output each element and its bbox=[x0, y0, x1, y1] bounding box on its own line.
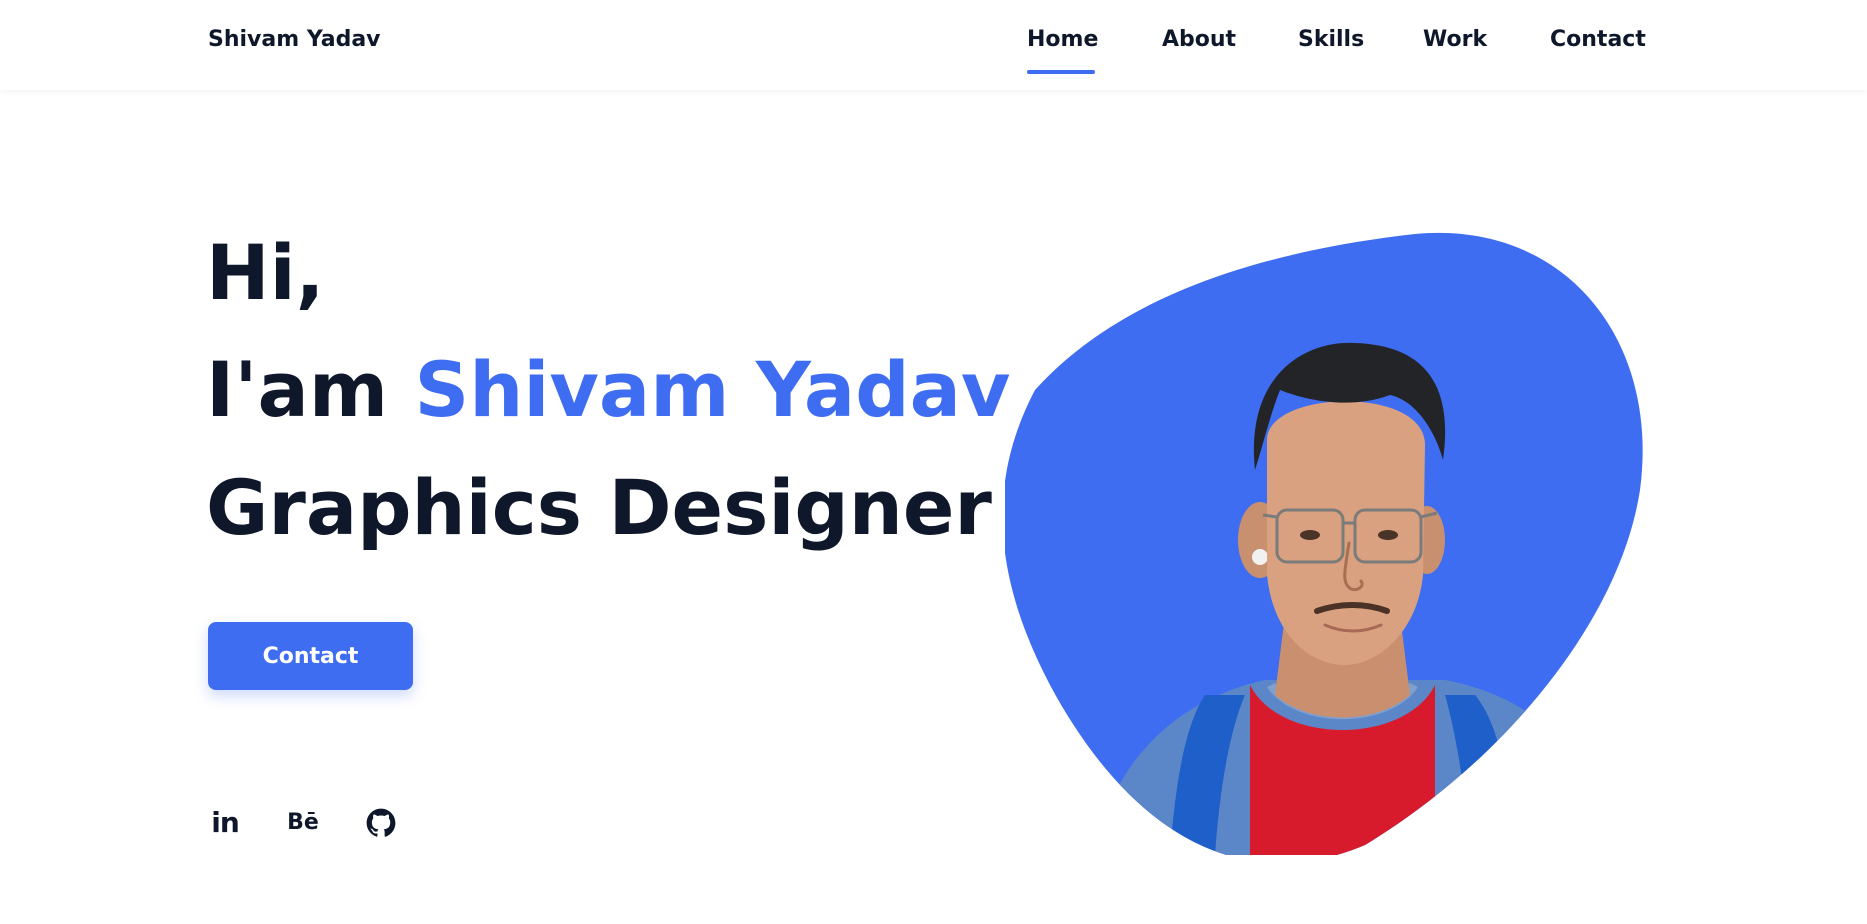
linkedin-icon-glyph: in bbox=[211, 806, 240, 839]
nav-link-home[interactable]: Home bbox=[1027, 27, 1098, 52]
hero-intro: I'am Shivam Yadav bbox=[206, 352, 1010, 428]
portfolio-page: Shivam Yadav Home About Skills Work Cont… bbox=[0, 0, 1867, 924]
nav-link-skills[interactable]: Skills bbox=[1298, 27, 1364, 52]
site-header: Shivam Yadav Home About Skills Work Cont… bbox=[0, 0, 1867, 90]
active-nav-indicator bbox=[1027, 70, 1095, 74]
main-nav: Home About Skills Work Contact bbox=[0, 27, 1867, 77]
hero-title: Graphics Designer bbox=[206, 463, 992, 552]
behance-icon[interactable]: Bē bbox=[286, 806, 320, 840]
nav-link-work[interactable]: Work bbox=[1423, 27, 1487, 52]
contact-button[interactable]: Contact bbox=[208, 622, 413, 690]
linkedin-icon[interactable]: in bbox=[208, 806, 242, 840]
hero-greeting: Hi, bbox=[206, 228, 325, 317]
nav-link-contact[interactable]: Contact bbox=[1550, 27, 1646, 52]
hero-name: Shivam Yadav bbox=[414, 345, 1011, 434]
github-icon[interactable] bbox=[364, 806, 398, 840]
hero-intro-prefix: I'am bbox=[206, 345, 415, 434]
nav-link-about[interactable]: About bbox=[1162, 27, 1236, 52]
profile-photo bbox=[1005, 232, 1643, 855]
behance-icon-glyph: Bē bbox=[287, 810, 319, 835]
hero-blob-illustration bbox=[1005, 225, 1665, 855]
github-icon-glyph bbox=[366, 808, 396, 837]
